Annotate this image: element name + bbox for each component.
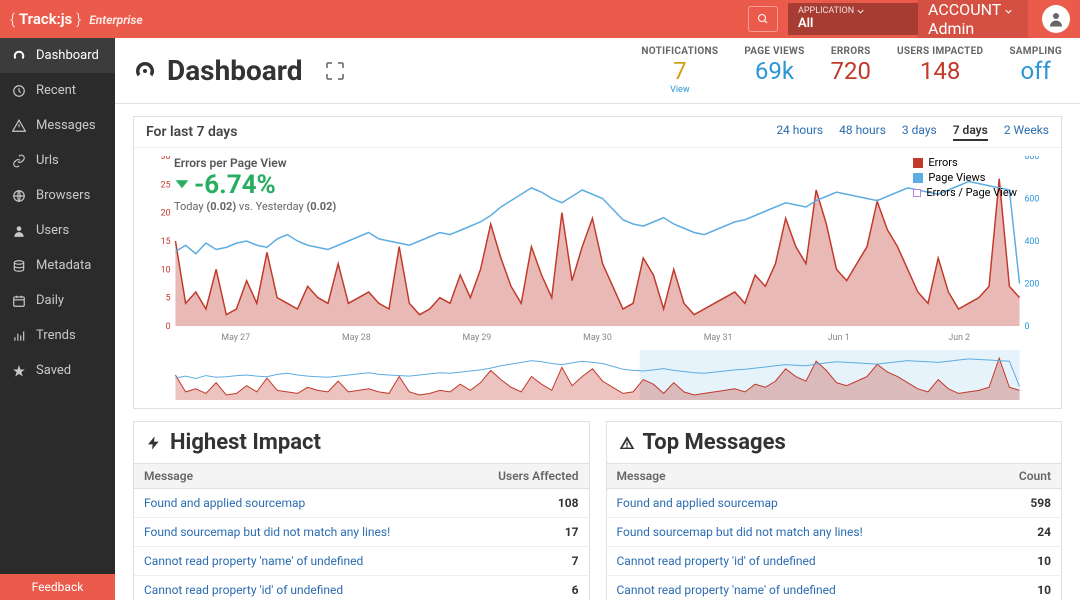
message-link[interactable]: Found and applied sourcemap: [134, 489, 464, 518]
svg-text:15: 15: [161, 237, 171, 247]
svg-text:600: 600: [1024, 194, 1039, 204]
svg-text:10: 10: [161, 265, 171, 275]
chevron-down-icon: [857, 8, 864, 15]
search-button[interactable]: [748, 6, 778, 32]
range-option[interactable]: 7 days: [953, 123, 988, 141]
svg-text:May 31: May 31: [704, 333, 733, 343]
panel-top-messages: Top Messages MessageCount Found and appl…: [606, 421, 1063, 600]
table-row: Cannot read property 'name' of undefined…: [134, 547, 589, 576]
svg-text:25: 25: [161, 180, 171, 190]
svg-text:May 29: May 29: [463, 333, 492, 343]
sidebar-item-browsers[interactable]: Browsers: [0, 178, 115, 213]
svg-text:0: 0: [1024, 322, 1029, 332]
stat-pageviews: PAGE VIEWS 69k: [744, 46, 804, 95]
chevron-down-icon: [1005, 8, 1012, 15]
sidebar-item-messages[interactable]: Messages: [0, 108, 115, 143]
range-option[interactable]: 48 hours: [839, 123, 886, 141]
message-link[interactable]: Found sourcemap but did not match any li…: [134, 518, 464, 547]
svg-text:20: 20: [161, 209, 171, 219]
chart-subtitle: For last 7 days: [146, 124, 237, 140]
message-link[interactable]: Cannot read property 'name' of undefined: [607, 576, 987, 600]
sidebar-item-saved[interactable]: Saved: [0, 353, 115, 388]
svg-text:Jun 1: Jun 1: [828, 333, 850, 343]
svg-text:May 28: May 28: [342, 333, 371, 343]
message-link[interactable]: Cannot read property 'name' of undefined: [134, 547, 464, 576]
chart-card: For last 7 days 24 hours 48 hours 3 days 7 …: [133, 116, 1062, 409]
page-title: Dashboard: [133, 54, 347, 87]
stat-notifications[interactable]: NOTIFICATIONS 7 View: [641, 46, 718, 95]
dashboard-icon: [133, 59, 157, 83]
search-icon: [757, 13, 769, 25]
svg-text:0: 0: [166, 322, 171, 332]
feedback-button[interactable]: Feedback: [0, 574, 115, 600]
expand-icon[interactable]: [323, 59, 347, 83]
sidebar-item-users[interactable]: Users: [0, 213, 115, 248]
svg-text:30: 30: [161, 156, 171, 162]
table-row: Found sourcemap but did not match any li…: [607, 518, 1062, 547]
range-option[interactable]: 3 days: [902, 123, 937, 141]
sidebar-item-dashboard[interactable]: Dashboard: [0, 38, 115, 73]
main-content: Dashboard NOTIFICATIONS 7 View PAGE VIEW…: [115, 38, 1080, 600]
message-link[interactable]: Found sourcemap but did not match any li…: [607, 518, 987, 547]
svg-text:400: 400: [1024, 237, 1039, 247]
svg-text:200: 200: [1024, 279, 1039, 289]
bolt-icon: [146, 435, 162, 451]
user-icon: [1047, 10, 1065, 28]
table-row: Cannot read property 'id' of undefined6: [134, 576, 589, 600]
chart-legend: Errors Page Views Errors / Page View: [913, 156, 1017, 201]
avatar[interactable]: [1042, 5, 1070, 33]
svg-text:May 30: May 30: [583, 333, 612, 343]
sidebar-item-urls[interactable]: Urls: [0, 143, 115, 178]
message-link[interactable]: Cannot read property 'id' of undefined: [607, 547, 987, 576]
table-row: Found sourcemap but did not match any li…: [134, 518, 589, 547]
svg-text:800: 800: [1024, 156, 1039, 162]
table-row: Cannot read property 'id' of undefined10: [607, 547, 1062, 576]
caret-down-icon: [174, 177, 190, 193]
chart-info: Errors per Page View -6.74% Today (0.02)…: [174, 156, 336, 213]
range-option[interactable]: 24 hours: [776, 123, 823, 141]
stat-errors: ERRORS 720: [831, 46, 871, 95]
sidebar-item-metadata[interactable]: Metadata: [0, 248, 115, 283]
panel-highest-impact: Highest Impact MessageUsers Affected Fou…: [133, 421, 590, 600]
sidebar-item-daily[interactable]: Daily: [0, 283, 115, 318]
table-row: Found and applied sourcemap598: [607, 489, 1062, 518]
svg-text:May 27: May 27: [221, 333, 250, 343]
application-selector[interactable]: APPLICATION All: [788, 3, 918, 35]
sidebar-item-trends[interactable]: Trends: [0, 318, 115, 353]
overview-chart[interactable]: [146, 350, 1049, 400]
table-row: Cannot read property 'name' of undefined…: [607, 576, 1062, 600]
message-link[interactable]: Cannot read property 'id' of undefined: [134, 576, 464, 600]
message-link[interactable]: Found and applied sourcemap: [607, 489, 987, 518]
time-range-selector: 24 hours 48 hours 3 days 7 days 2 Weeks: [776, 123, 1049, 141]
stat-sampling: SAMPLING off: [1009, 46, 1062, 95]
stat-users: USERS IMPACTED 148: [897, 46, 983, 95]
table-row: Found and applied sourcemap108: [134, 489, 589, 518]
brand-logo[interactable]: {Track:js} Enterprise: [10, 10, 143, 28]
svg-text:Jun 2: Jun 2: [948, 333, 970, 343]
range-option[interactable]: 2 Weeks: [1004, 123, 1049, 141]
sidebar: DashboardRecentMessagesUrlsBrowsersUsers…: [0, 38, 115, 600]
account-selector[interactable]: ACCOUNT Admin: [918, 0, 1028, 42]
sidebar-item-recent[interactable]: Recent: [0, 73, 115, 108]
topbar: {Track:js} Enterprise APPLICATION All AC…: [0, 0, 1080, 38]
warning-icon: [619, 435, 635, 451]
svg-text:5: 5: [166, 294, 171, 304]
